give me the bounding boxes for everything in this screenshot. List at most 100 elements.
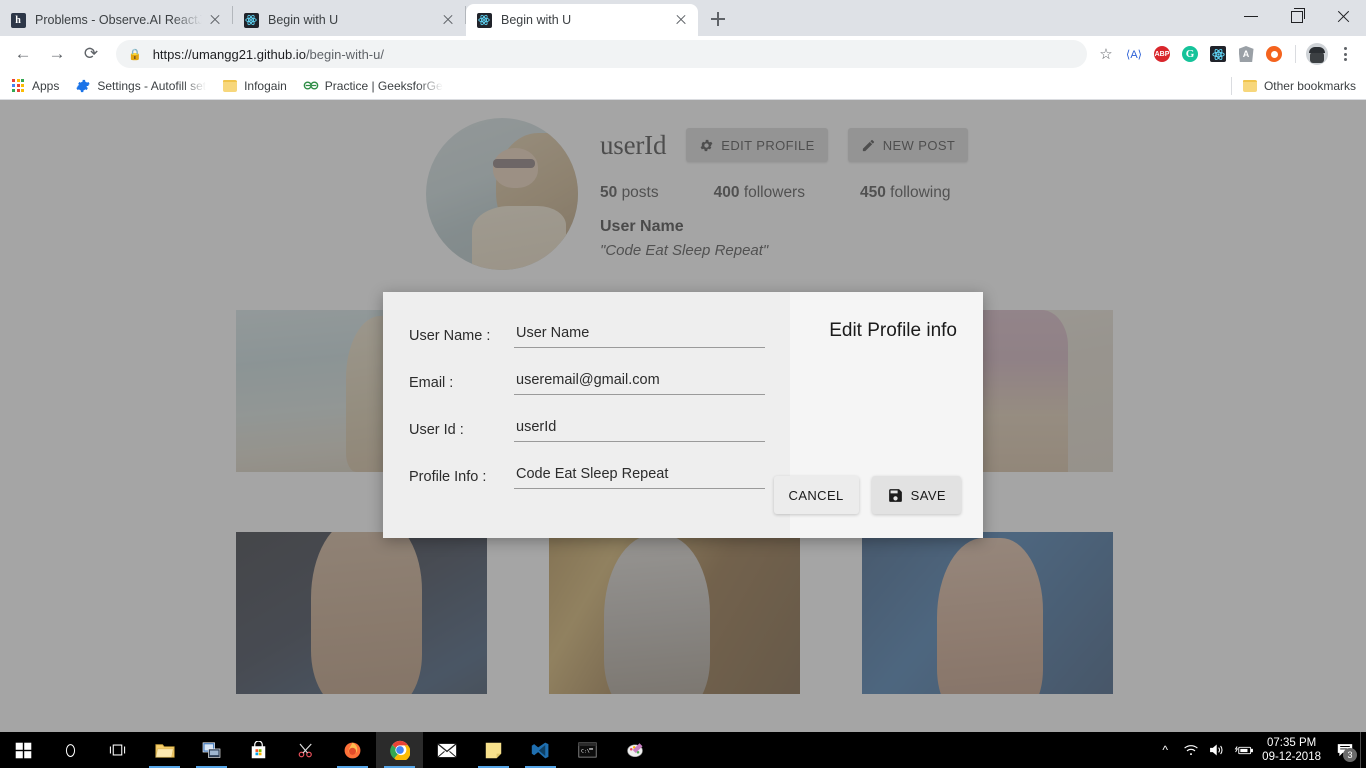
tab-title: Begin with U — [268, 13, 339, 27]
windows-start-icon[interactable] — [0, 732, 47, 768]
speaker-icon[interactable] — [1204, 732, 1230, 768]
browser-tab-3-active[interactable]: Begin with U — [466, 4, 698, 36]
tab-title: Problems - Observe.AI ReactJs Hi — [35, 13, 202, 27]
browser-toolbar: ← → ⟳ 🔒 https://umangg21.github.io/begin… — [0, 36, 1366, 72]
floppy-disk-icon — [888, 488, 902, 502]
cancel-button[interactable]: CANCEL — [773, 476, 859, 514]
remote-desktop-icon[interactable] — [188, 732, 235, 768]
browser-tab-2[interactable]: Begin with U — [233, 4, 465, 36]
gear-icon — [75, 78, 91, 94]
folder-icon — [222, 78, 238, 94]
field-label: Profile Info : — [409, 469, 487, 485]
bookmarks-divider — [1230, 76, 1232, 95]
new-tab-button[interactable] — [704, 5, 732, 33]
abp-icon[interactable]: ABP — [1149, 41, 1175, 67]
clock-date: 09-12-2018 — [1262, 751, 1321, 763]
task-view-icon[interactable] — [94, 732, 141, 768]
snipping-tool-icon[interactable] — [282, 732, 329, 768]
dialog-title: Edit Profile info — [829, 320, 957, 341]
edit-profile-dialog: User Name : Email : User Id : Profile In… — [383, 292, 983, 538]
react-devtools-icon[interactable] — [1205, 41, 1231, 67]
form-row-profile-info: Profile Info : — [409, 463, 768, 489]
tab-title: Begin with U — [501, 13, 572, 27]
window-controls — [1228, 0, 1366, 36]
bookmark-settings-autofill[interactable]: Settings - Autofill set — [75, 78, 206, 94]
bookmark-label: Settings - Autofill set — [97, 78, 207, 93]
user-id-field[interactable] — [514, 416, 765, 442]
tab-strip: h Problems - Observe.AI ReactJs Hi Begin… — [0, 0, 1366, 36]
field-label: User Id : — [409, 422, 464, 438]
profile-info-field[interactable] — [514, 463, 765, 489]
axe-icon[interactable]: ⟨A⟩ — [1121, 41, 1147, 67]
close-icon[interactable] — [439, 11, 457, 29]
mail-icon[interactable] — [423, 732, 470, 768]
bookmarks-bar: Apps Settings - Autofill set Infogain Pr… — [0, 72, 1366, 100]
url-domain: https://umangg21.github.io — [152, 46, 306, 62]
show-desktop-button[interactable] — [1360, 732, 1366, 768]
orange-dot-icon[interactable] — [1261, 41, 1287, 67]
cortana-search-icon[interactable] — [47, 732, 94, 768]
notification-badge: 3 — [1343, 748, 1357, 762]
dialog-form-pane: User Name : Email : User Id : Profile In… — [383, 292, 790, 538]
apps-grid-icon — [10, 78, 26, 94]
chrome-browser-window: h Problems - Observe.AI ReactJs Hi Begin… — [0, 0, 1366, 768]
vs-code-icon[interactable] — [517, 732, 564, 768]
toolbar-icons: ☆ ⟨A⟩ ABP G A — [1093, 41, 1358, 67]
chrome-icon[interactable] — [376, 732, 423, 768]
bookmark-infogain[interactable]: Infogain — [222, 78, 287, 94]
sticky-notes-icon[interactable] — [470, 732, 517, 768]
toolbar-divider — [1295, 45, 1296, 63]
form-row-user-id: User Id : — [409, 416, 768, 442]
restore-icon[interactable] — [1274, 0, 1320, 32]
other-bookmarks-button[interactable]: Other bookmarks — [1242, 78, 1356, 94]
close-icon[interactable] — [1320, 0, 1366, 32]
address-bar[interactable]: 🔒 https://umangg21.github.io/begin-with-… — [116, 40, 1087, 68]
bookmark-label: Apps — [32, 78, 60, 93]
hackerrank-icon: h — [10, 12, 26, 28]
chevron-up-icon[interactable]: ^ — [1152, 732, 1178, 768]
browser-tab-1[interactable]: h Problems - Observe.AI ReactJs Hi — [0, 4, 232, 36]
save-button[interactable]: SAVE — [871, 476, 961, 514]
react-logo-icon — [478, 14, 490, 26]
email-field[interactable] — [514, 369, 765, 395]
dialog-actions: CANCEL SAVE — [773, 476, 961, 514]
grammarly-icon[interactable]: G — [1177, 41, 1203, 67]
field-label: User Name : — [409, 328, 491, 344]
system-tray: ^ 07:35 PM 09-12-2018 3 — [1152, 732, 1366, 768]
react-icon — [243, 12, 259, 28]
form-row-email: Email : — [409, 369, 768, 395]
star-icon[interactable]: ☆ — [1093, 41, 1119, 67]
bookmark-label: Practice | GeeksforGe — [324, 78, 443, 93]
avatar[interactable] — [1304, 41, 1330, 67]
kebab-menu-icon[interactable] — [1332, 41, 1358, 67]
reload-icon[interactable]: ⟳ — [76, 39, 106, 69]
bookmark-geeksforgeeks[interactable]: Practice | GeeksforGe — [303, 78, 443, 94]
firefox-icon[interactable] — [329, 732, 376, 768]
react-logo-icon — [1211, 48, 1225, 60]
wifi-icon[interactable] — [1178, 732, 1204, 768]
minimize-icon[interactable] — [1228, 0, 1274, 32]
bookmark-apps[interactable]: Apps — [10, 78, 59, 94]
command-prompt-icon[interactable]: C:\ — [564, 732, 611, 768]
microsoft-store-icon[interactable] — [235, 732, 282, 768]
paint-3d-icon[interactable] — [611, 732, 658, 768]
back-arrow-icon[interactable]: ← — [8, 39, 38, 69]
angular-icon[interactable]: A — [1233, 41, 1259, 67]
svg-text:C:\: C:\ — [581, 748, 590, 754]
clock-time: 07:35 PM — [1266, 737, 1317, 749]
user-name-field[interactable] — [514, 322, 765, 348]
action-center-icon[interactable]: 3 — [1330, 732, 1360, 768]
dialog-action-pane: Edit Profile info CANCEL SAVE — [773, 292, 983, 538]
other-bookmarks-label: Other bookmarks — [1263, 78, 1356, 93]
cancel-label: CANCEL — [788, 487, 844, 503]
windows-taskbar: C:\ ^ 07:35 PM 09-12-2018 3 — [0, 732, 1366, 768]
battery-charging-icon[interactable] — [1230, 732, 1256, 768]
folder-icon — [1242, 78, 1258, 94]
url-path: /begin-with-u/ — [305, 46, 384, 62]
geeksforgeeks-icon — [303, 78, 319, 94]
close-icon[interactable] — [672, 11, 690, 29]
taskbar-clock[interactable]: 07:35 PM 09-12-2018 — [1256, 736, 1330, 764]
forward-arrow-icon[interactable]: → — [42, 39, 72, 69]
file-explorer-icon[interactable] — [141, 732, 188, 768]
close-icon[interactable] — [206, 11, 224, 29]
